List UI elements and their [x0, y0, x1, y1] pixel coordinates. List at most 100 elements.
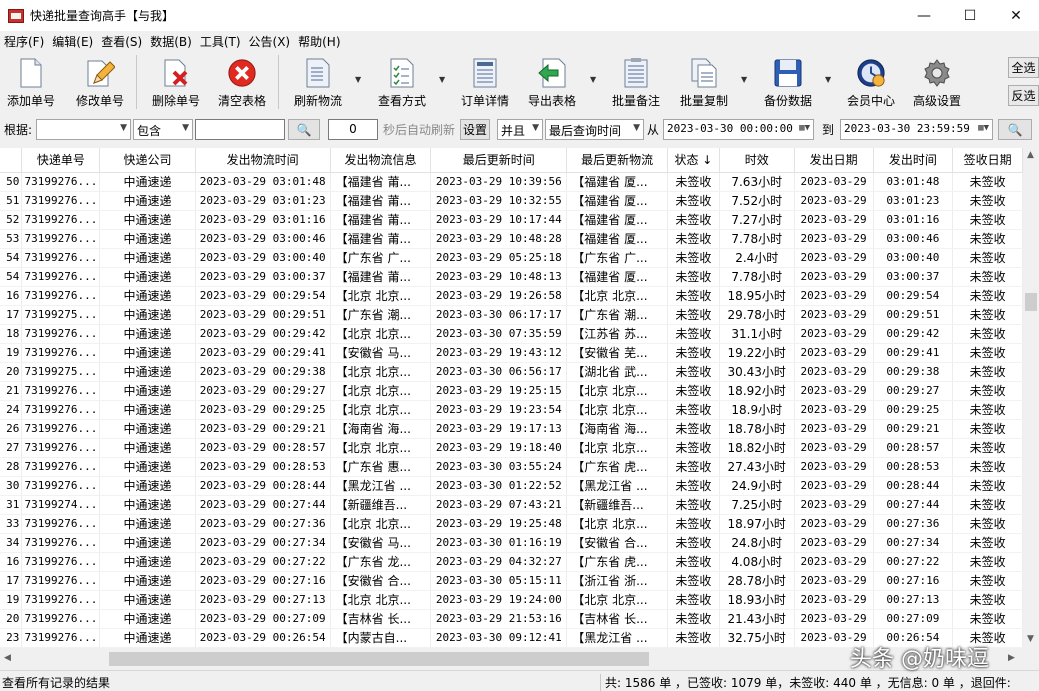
refresh-seconds-input[interactable]: 0 — [328, 119, 378, 140]
table-row[interactable]: 53 73199276... 中通速递 2023-03-29 03:00:46 【福建省… — [0, 229, 1023, 249]
table-row[interactable]: 51 73199276... 中通速递 2023-03-29 03:01:23 【福建省… — [0, 191, 1023, 211]
scroll-left-arrow-icon[interactable]: ◀ — [4, 653, 11, 663]
menu-view[interactable]: 查看(S) — [97, 33, 146, 50]
table-row[interactable]: 17 73199276... 中通速递 2023-03-29 00:27:16 【安徽省… — [0, 571, 1023, 591]
menu-data[interactable]: 数据(B) — [146, 33, 196, 50]
horizontal-scroll-thumb[interactable] — [109, 652, 649, 666]
query-button[interactable]: 🔍 — [998, 119, 1032, 140]
table-cell: 中通速递 — [99, 495, 196, 515]
column-header[interactable]: 发出日期 — [794, 148, 874, 173]
table-cell: 2023-03-29 — [794, 191, 874, 211]
batch-note-button[interactable]: 批量备注 — [608, 55, 664, 111]
backup-data-button[interactable]: 备份数据 — [760, 55, 816, 111]
table-cell: 未签收 — [952, 248, 1023, 268]
menu-tools[interactable]: 工具(T) — [196, 33, 245, 50]
copy-dropdown-arrow-icon[interactable]: ▼ — [741, 75, 747, 84]
to-datetime-picker[interactable]: 2023-03-30 23:59:59 ▦▼ — [840, 119, 993, 140]
table-row[interactable]: 27 73199276... 中通速递 2023-03-29 00:28:57 【北京 … — [0, 438, 1023, 458]
refresh-logistics-button[interactable]: 刷新物流 — [290, 55, 346, 111]
menu-edit[interactable]: 编辑(E) — [48, 33, 97, 50]
advanced-settings-button[interactable]: 高级设置 — [909, 55, 965, 111]
view-mode-dropdown-arrow-icon[interactable]: ▼ — [439, 75, 445, 84]
table-cell: 2023-03-30 06:56:17 — [430, 362, 568, 382]
column-header[interactable]: 最后更新物流 — [566, 148, 668, 173]
table-row[interactable]: 24 73199276... 中通速递 2023-03-29 00:29:25 【北京 … — [0, 400, 1023, 420]
search-button[interactable]: 🔍 — [288, 119, 320, 140]
table-row[interactable]: 18 73199276... 中通速递 2023-03-29 00:29:42 【北京 … — [0, 324, 1023, 344]
table-cell: 【福建省 厦... — [566, 229, 668, 249]
scroll-down-arrow-icon[interactable]: ▼ — [1027, 634, 1034, 644]
clear-table-button[interactable]: 清空表格 — [214, 55, 270, 111]
member-center-button[interactable]: 会员中心 — [843, 55, 899, 111]
table-row[interactable]: 33 73199276... 中通速递 2023-03-29 00:27:36 【北京 … — [0, 514, 1023, 534]
column-header[interactable]: 发出时间 — [873, 148, 954, 173]
table-row[interactable]: 26 73199276... 中通速递 2023-03-29 00:29:21 【海南省… — [0, 419, 1023, 439]
table-cell: 中通速递 — [99, 609, 196, 629]
column-header[interactable]: 签收日期 — [952, 148, 1023, 173]
table-row[interactable]: 30 73199276... 中通速递 2023-03-29 00:28:44 【黑龙江… — [0, 476, 1023, 496]
table-row[interactable]: 16 73199276... 中通速递 2023-03-29 00:27:22 【广东省… — [0, 552, 1023, 572]
logic-select[interactable]: 并且 ▼ — [497, 119, 543, 140]
basis-select[interactable]: ▼ — [36, 119, 131, 140]
table-cell: 2023-03-29 00:28:57 — [195, 438, 331, 458]
view-mode-button[interactable]: 查看方式 — [374, 55, 430, 111]
match-select[interactable]: 包含 ▼ — [133, 119, 193, 140]
column-header[interactable]: 状态 ↓ — [667, 148, 720, 173]
table-row[interactable]: 31 73199274... 中通速递 2023-03-29 00:27:44 【新疆维… — [0, 495, 1023, 515]
time-field-select[interactable]: 最后查询时间 ▼ — [545, 119, 644, 140]
vertical-scroll-thumb[interactable] — [1025, 293, 1037, 311]
column-header[interactable]: 快递单号 — [21, 148, 101, 173]
backup-dropdown-arrow-icon[interactable]: ▼ — [825, 75, 831, 84]
table-row[interactable]: 16 73199276... 中通速递 2023-03-29 00:29:54 【北京 … — [0, 286, 1023, 306]
add-tracking-button[interactable]: 添加单号 — [4, 55, 58, 111]
invert-select-button[interactable]: 反选 — [1008, 85, 1039, 106]
export-dropdown-arrow-icon[interactable]: ▼ — [590, 75, 596, 84]
table-cell: 未签收 — [952, 514, 1023, 534]
table-cell: 【北京 北京... — [566, 381, 668, 401]
table-cell: 7.78小时 — [719, 229, 795, 249]
table-cell: 未签收 — [952, 476, 1023, 496]
table-row[interactable]: 19 73199276... 中通速递 2023-03-29 00:29:41 【安徽省… — [0, 343, 1023, 363]
order-detail-button[interactable]: 订单详情 — [457, 55, 513, 111]
table-cell: 00:27:09 — [873, 609, 954, 629]
batch-copy-button[interactable]: 批量复制 — [676, 55, 732, 111]
table-row[interactable]: 20 73199276... 中通速递 2023-03-29 00:27:09 【吉林省… — [0, 609, 1023, 629]
table-row[interactable]: 54 73199276... 中通速递 2023-03-29 03:00:37 【福建省… — [0, 267, 1023, 287]
close-button[interactable]: ✕ — [993, 0, 1039, 31]
from-datetime-picker[interactable]: 2023-03-30 00:00:00 ▦▼ — [663, 119, 814, 140]
menu-help[interactable]: 帮助(H) — [294, 33, 344, 50]
column-header[interactable]: 快递公司 — [99, 148, 196, 173]
export-table-button[interactable]: 导出表格 — [524, 55, 580, 111]
vertical-scrollbar[interactable]: ▲ ▼ — [1023, 148, 1039, 648]
table-row[interactable]: 50 73199276... 中通速递 2023-03-29 03:01:48 【福建省… — [0, 172, 1023, 192]
table-row[interactable]: 28 73199276... 中通速递 2023-03-29 00:28:53 【广东省… — [0, 457, 1023, 477]
menu-notice[interactable]: 公告(X) — [245, 33, 295, 50]
search-input[interactable] — [195, 119, 285, 140]
table-row[interactable]: 52 73199276... 中通速递 2023-03-29 03:01:16 【福建省… — [0, 210, 1023, 230]
table-row[interactable]: 54 73199276... 中通速递 2023-03-29 03:00:40 【广东省… — [0, 248, 1023, 268]
order-detail-icon — [470, 57, 500, 89]
column-header[interactable]: 时效 — [719, 148, 795, 173]
delete-tracking-button[interactable]: 删除单号 — [148, 55, 204, 111]
edit-tracking-button[interactable]: 修改单号 — [72, 55, 128, 111]
table-row[interactable]: 34 73199276... 中通速递 2023-03-29 00:27:34 【安徽省… — [0, 533, 1023, 553]
table-row[interactable]: 19 73199276... 中通速递 2023-03-29 00:27:13 【北京 … — [0, 590, 1023, 610]
maximize-button[interactable]: ☐ — [947, 0, 993, 31]
column-header[interactable]: 最后更新时间 — [430, 148, 568, 173]
table-row[interactable]: 21 73199276... 中通速递 2023-03-29 00:29:27 【北京 … — [0, 381, 1023, 401]
table-row[interactable]: 20 73199275... 中通速递 2023-03-29 00:29:38 【北京 … — [0, 362, 1023, 382]
scroll-right-arrow-icon[interactable]: ▶ — [1008, 653, 1015, 663]
column-header[interactable] — [0, 148, 23, 173]
refresh-dropdown-arrow-icon[interactable]: ▼ — [355, 75, 361, 84]
column-header[interactable]: 发出物流信息 — [330, 148, 432, 173]
scroll-up-arrow-icon[interactable]: ▲ — [1027, 150, 1034, 160]
select-all-button[interactable]: 全选 — [1008, 57, 1039, 78]
checklist-icon — [387, 57, 417, 89]
column-header[interactable]: 发出物流时间 — [195, 148, 331, 173]
table-cell: 2023-03-29 00:27:13 — [195, 590, 331, 610]
minimize-button[interactable]: — — [901, 0, 947, 31]
settings-button[interactable]: 设置 — [460, 119, 490, 140]
menu-program[interactable]: 程序(F) — [0, 33, 48, 50]
table-cell: 73199276... — [21, 438, 101, 458]
table-row[interactable]: 17 73199275... 中通速递 2023-03-29 00:29:51 【广东省… — [0, 305, 1023, 325]
